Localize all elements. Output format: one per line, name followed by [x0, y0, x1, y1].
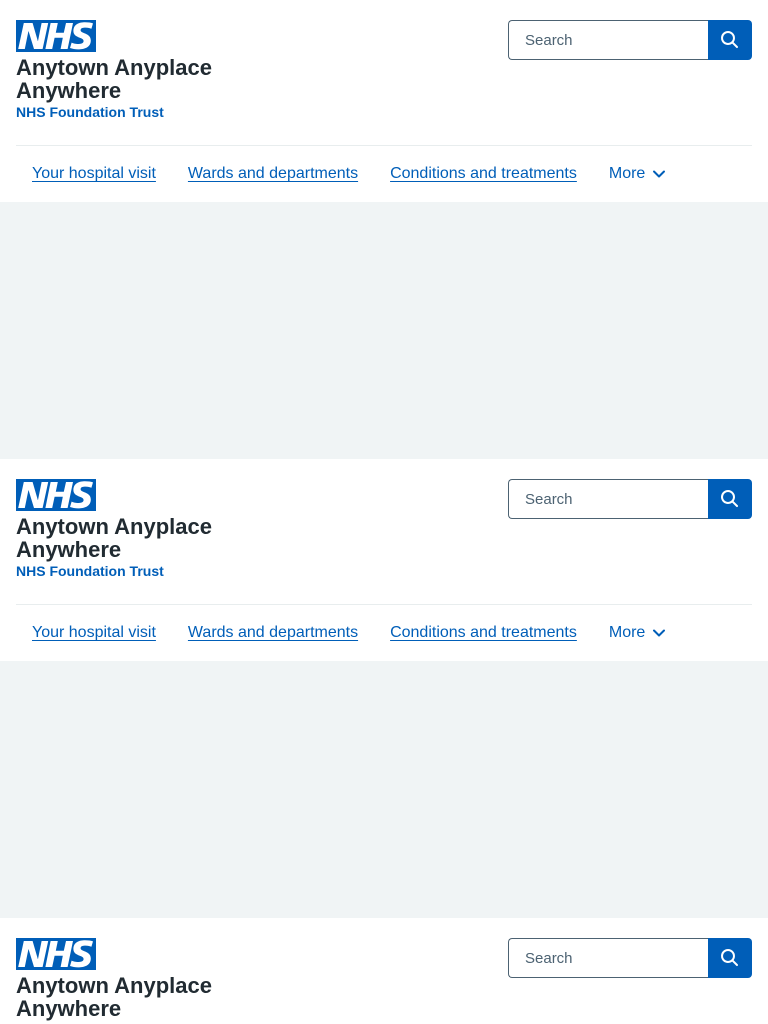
search-icon	[720, 489, 739, 508]
nhs-logo	[16, 479, 96, 511]
nav-more-label: More	[608, 165, 646, 182]
nav-link-wards-departments[interactable]: Wards and departments	[188, 165, 358, 183]
nav-more-button[interactable]: More	[609, 624, 667, 642]
search-icon	[720, 30, 739, 49]
search-input[interactable]	[508, 20, 708, 60]
search-button[interactable]	[708, 479, 752, 519]
header-1: Anytown Anyplace Anywhere NHS Foundation…	[0, 0, 768, 202]
organisation-name: Anytown Anyplace Anywhere	[16, 973, 212, 1021]
nhs-logo	[16, 938, 96, 970]
chevron-down-icon	[653, 629, 666, 637]
nav-link-conditions-treatments[interactable]: Conditions and treatments	[390, 165, 577, 183]
nav-more-label: More	[608, 624, 646, 641]
header-3: Anytown Anyplace Anywhere	[0, 918, 768, 1024]
content-area	[0, 202, 768, 459]
primary-navigation: Your hospital visit Wards and department…	[16, 604, 752, 661]
organisation-descriptor: NHS Foundation Trust	[16, 563, 164, 579]
organisation-descriptor: NHS Foundation Trust	[16, 104, 164, 120]
search-icon	[720, 948, 739, 967]
home-link[interactable]: Anytown Anyplace Anywhere	[16, 938, 246, 1020]
search-input[interactable]	[508, 938, 708, 978]
nav-more-button[interactable]: More	[609, 165, 667, 183]
header-2: Anytown Anyplace Anywhere NHS Foundation…	[0, 459, 768, 661]
search-button[interactable]	[708, 938, 752, 978]
nav-link-conditions-treatments[interactable]: Conditions and treatments	[390, 624, 577, 642]
search-button[interactable]	[708, 20, 752, 60]
chevron-down-icon	[653, 170, 666, 178]
organisation-name: Anytown Anyplace Anywhere	[16, 514, 212, 562]
organisation-name: Anytown Anyplace Anywhere	[16, 55, 212, 103]
nav-link-hospital-visit[interactable]: Your hospital visit	[32, 624, 156, 642]
search-form	[508, 938, 752, 978]
content-area	[0, 661, 768, 918]
search-input[interactable]	[508, 479, 708, 519]
search-form	[508, 20, 752, 60]
home-link[interactable]: Anytown Anyplace Anywhere NHS Foundation…	[16, 479, 246, 581]
nhs-logo	[16, 20, 96, 52]
primary-navigation: Your hospital visit Wards and department…	[16, 145, 752, 202]
home-link[interactable]: Anytown Anyplace Anywhere NHS Foundation…	[16, 20, 246, 122]
search-form	[508, 479, 752, 519]
nav-link-hospital-visit[interactable]: Your hospital visit	[32, 165, 156, 183]
nav-link-wards-departments[interactable]: Wards and departments	[188, 624, 358, 642]
